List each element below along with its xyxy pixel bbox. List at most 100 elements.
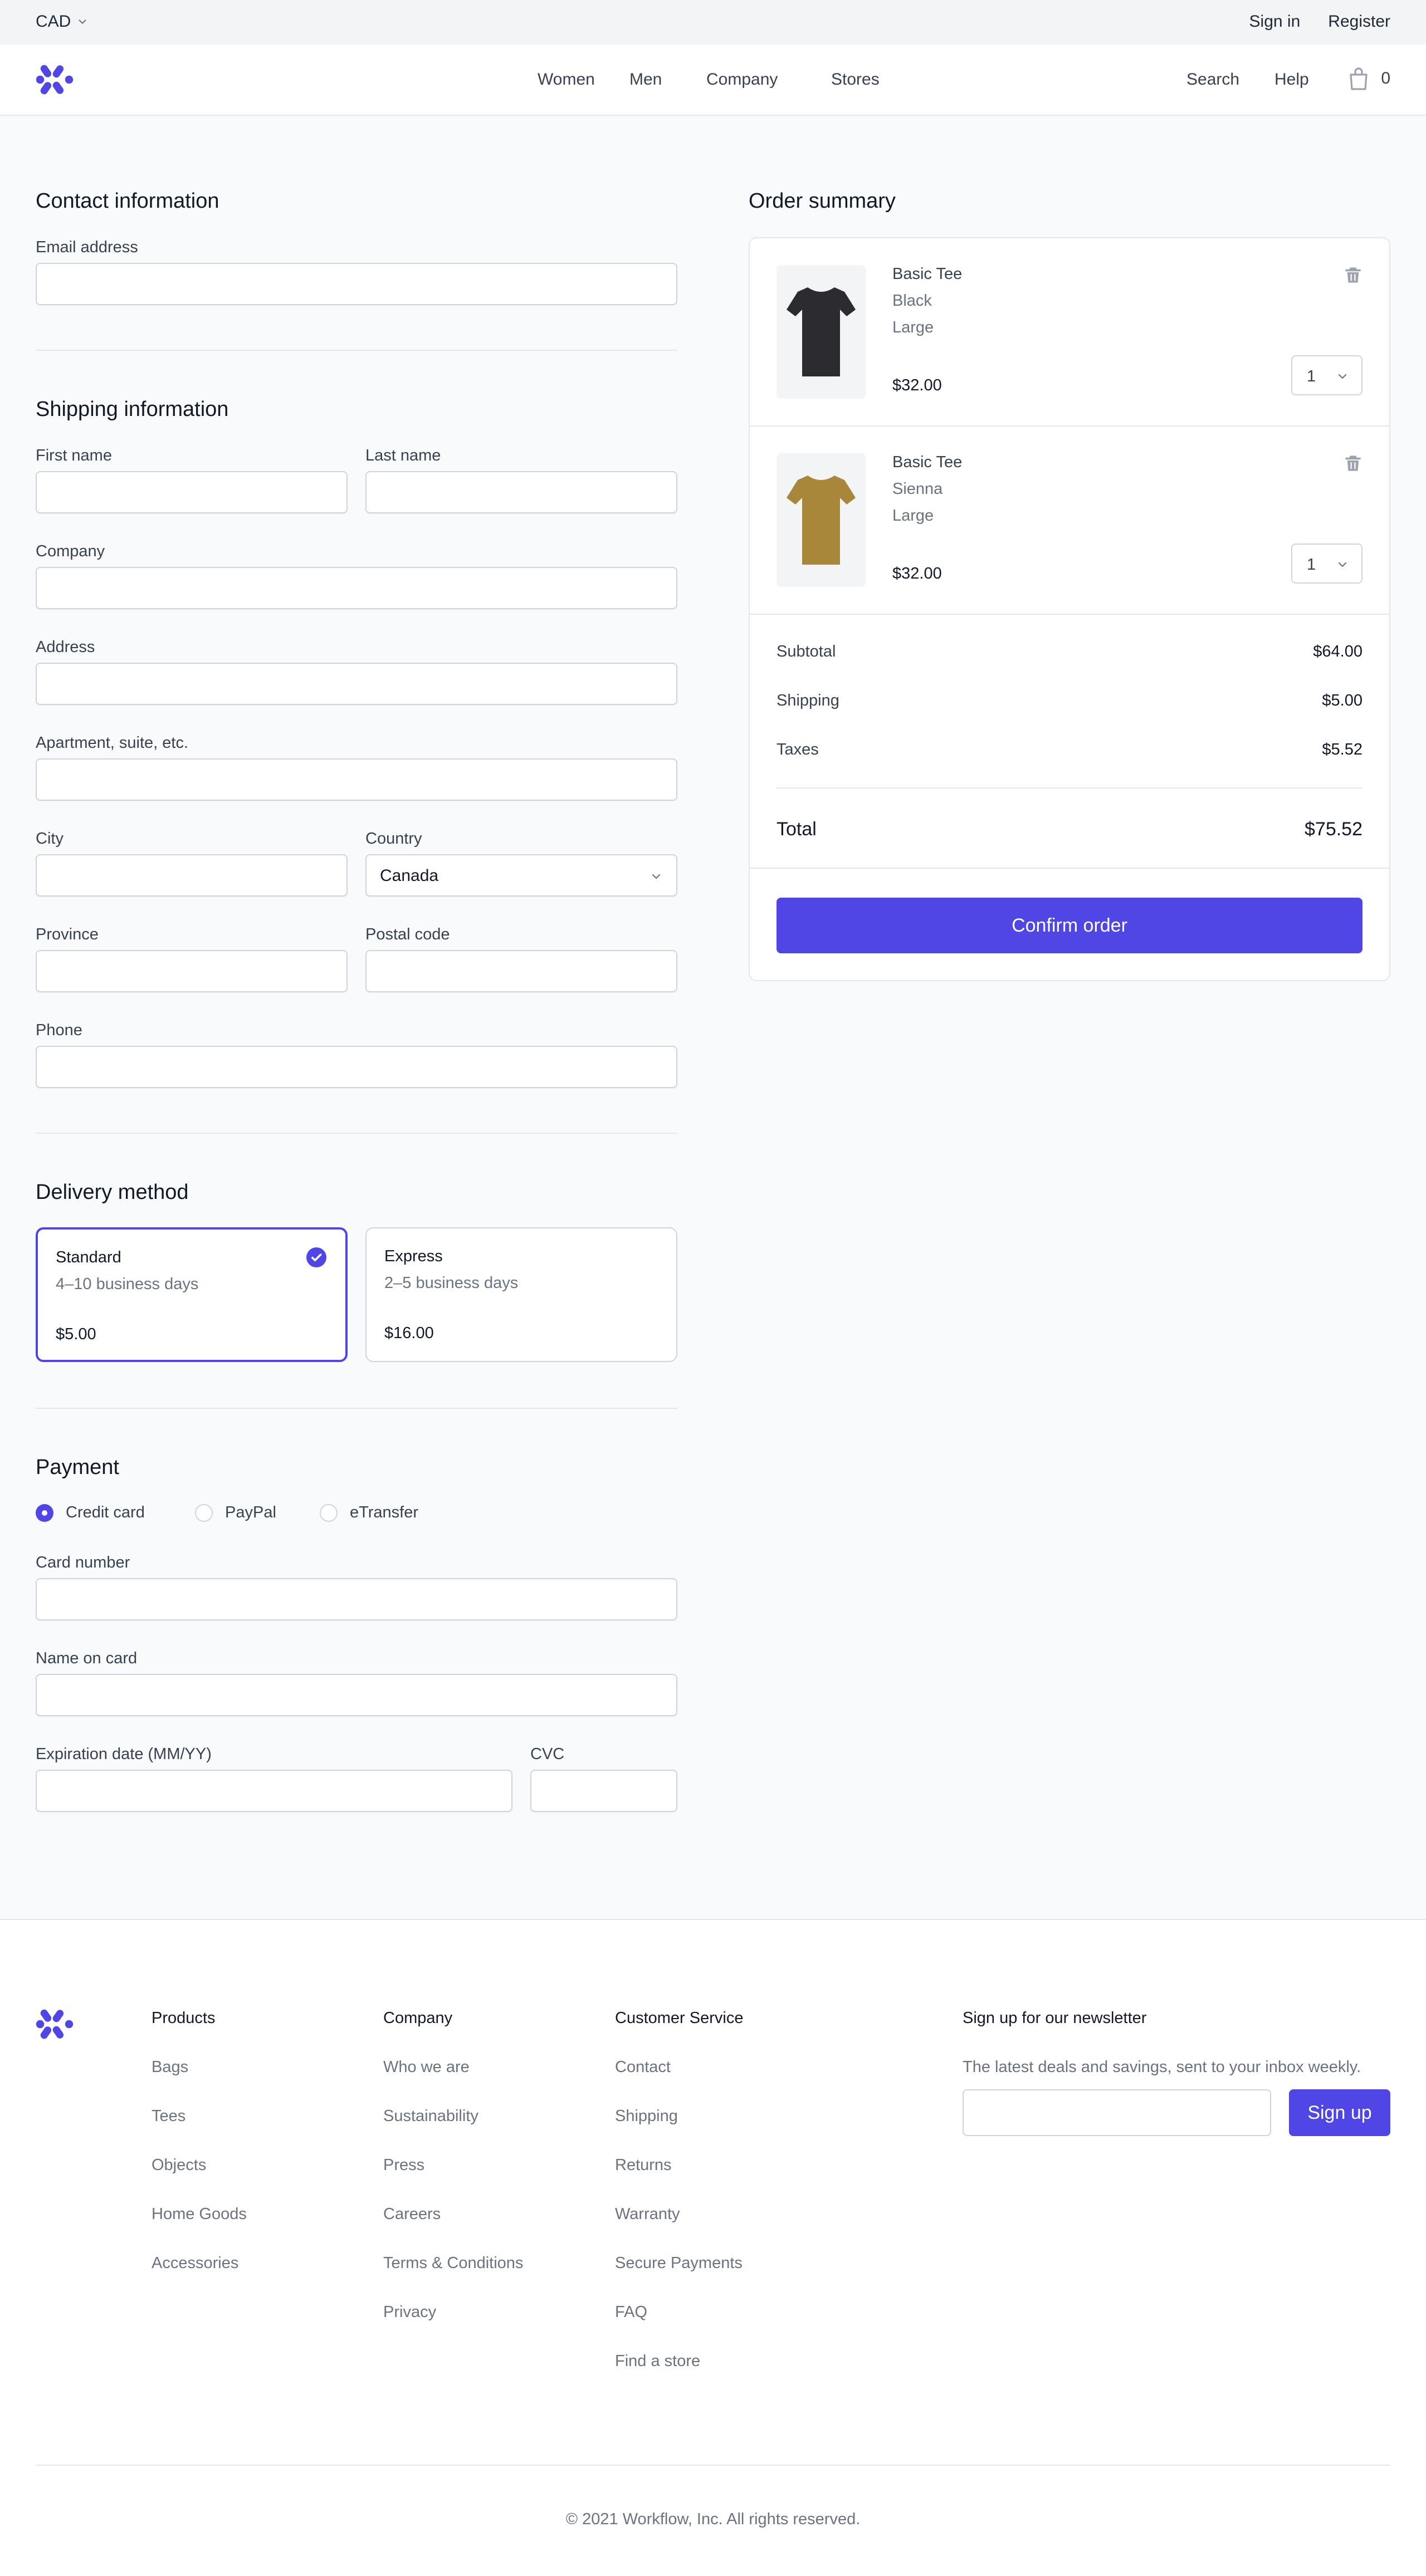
company-field[interactable] [36, 567, 677, 609]
footer-link[interactable]: Objects [152, 2156, 206, 2175]
quantity-value: 1 [1307, 368, 1316, 385]
product-image[interactable] [777, 265, 866, 399]
footer-link[interactable]: Secure Payments [615, 2254, 743, 2273]
chevron-down-icon [652, 874, 661, 879]
radio-dot [36, 1504, 53, 1522]
province-field[interactable] [36, 950, 348, 992]
company-label: Company [36, 542, 105, 560]
footer-link[interactable]: Shipping [615, 2107, 678, 2126]
nav-company[interactable]: Company [706, 70, 778, 89]
delivery-title: Delivery method [36, 1181, 189, 1204]
taxes-value: $5.52 [1322, 741, 1362, 758]
product-name[interactable]: Basic Tee [892, 265, 962, 283]
nav-women[interactable]: Women [538, 70, 595, 89]
payment-title: Payment [36, 1456, 119, 1479]
divider [36, 350, 677, 351]
footer-link[interactable]: Accessories [152, 2254, 238, 2273]
register-link[interactable]: Register [1328, 12, 1390, 31]
currency-selector[interactable]: CAD [36, 12, 89, 31]
sign-up-button[interactable]: Sign up [1289, 2089, 1390, 2136]
footer-link[interactable]: Terms & Conditions [383, 2254, 523, 2273]
cvc-field[interactable] [530, 1770, 677, 1812]
footer-link[interactable]: Who we are [383, 2058, 470, 2077]
site-header: Women Men Company Stores Search Help 0 [0, 45, 1426, 116]
divider [36, 2465, 1390, 2466]
first-name-field[interactable] [36, 471, 348, 513]
product-color: Black [892, 292, 932, 310]
chevron-down-icon [1338, 562, 1347, 567]
tshirt-icon [787, 287, 856, 376]
footer-company-title: Company [383, 2009, 453, 2027]
country-select[interactable]: Canada [365, 854, 677, 897]
product-image[interactable] [777, 453, 866, 587]
payment-etransfer-radio[interactable]: eTransfer [320, 1504, 418, 1522]
chevron-down-icon [1338, 374, 1347, 379]
city-field[interactable] [36, 854, 348, 897]
nav-stores[interactable]: Stores [831, 70, 880, 89]
last-name-field[interactable] [365, 471, 677, 513]
nav-men[interactable]: Men [629, 70, 662, 89]
newsletter-title: Sign up for our newsletter [963, 2009, 1147, 2027]
delivery-option-time: 2–5 business days [384, 1274, 519, 1292]
expiration-field[interactable] [36, 1770, 512, 1812]
summary-title: Order summary [749, 189, 896, 213]
product-size: Large [892, 507, 934, 525]
footer-link[interactable]: Tees [152, 2107, 185, 2126]
top-bar: CAD Sign in Register [0, 0, 1426, 45]
divider [750, 614, 1389, 615]
delivery-option-title: Standard [56, 1248, 121, 1266]
footer-link[interactable]: Warranty [615, 2205, 680, 2224]
delivery-option-price: $16.00 [384, 1324, 434, 1342]
trash-icon[interactable] [1344, 265, 1362, 285]
payment-paypal-radio[interactable]: PayPal [195, 1504, 276, 1522]
confirm-order-button[interactable]: Confirm order [777, 898, 1362, 953]
quantity-select[interactable]: 1 [1291, 355, 1362, 395]
name-on-card-field[interactable] [36, 1674, 677, 1716]
email-field[interactable] [36, 263, 677, 305]
cart-button[interactable]: 0 [1347, 66, 1390, 91]
check-circle-icon [306, 1247, 326, 1267]
expiration-label: Expiration date (MM/YY) [36, 1745, 212, 1763]
footer-link[interactable]: Careers [383, 2205, 441, 2224]
total-row: Total $75.52 [777, 819, 1362, 845]
delivery-option-standard[interactable]: Standard 4–10 business days $5.00 [36, 1227, 348, 1362]
product-name[interactable]: Basic Tee [892, 453, 962, 472]
radio-dot [195, 1504, 213, 1522]
footer-customer-service-title: Customer Service [615, 2009, 744, 2027]
footer-link[interactable]: Sustainability [383, 2107, 478, 2126]
footer-link[interactable]: FAQ [615, 2303, 647, 2322]
quantity-select[interactable]: 1 [1291, 543, 1362, 584]
divider [750, 868, 1389, 869]
country-value: Canada [380, 866, 439, 885]
footer-link[interactable]: Bags [152, 2058, 188, 2077]
postal-code-label: Postal code [365, 925, 450, 943]
phone-field[interactable] [36, 1046, 677, 1088]
postal-code-field[interactable] [365, 950, 677, 992]
footer-link[interactable]: Contact [615, 2058, 671, 2077]
payment-credit-card-radio[interactable]: Credit card [36, 1504, 145, 1522]
logo-icon[interactable] [36, 2008, 74, 2040]
newsletter-email-input[interactable] [963, 2089, 1271, 2136]
city-label: City [36, 830, 64, 848]
card-number-field[interactable] [36, 1578, 677, 1620]
footer-link[interactable]: Privacy [383, 2303, 436, 2322]
product-color: Sienna [892, 480, 943, 498]
sign-in-link[interactable]: Sign in [1249, 12, 1301, 31]
product-price: $32.00 [892, 376, 942, 394]
help-link[interactable]: Help [1274, 70, 1309, 89]
footer-link[interactable]: Home Goods [152, 2205, 247, 2224]
cart-item: Basic Tee Sienna Large $32.00 1 [750, 427, 1389, 615]
footer-link[interactable]: Find a store [615, 2352, 700, 2371]
first-name-label: First name [36, 447, 112, 464]
footer-link[interactable]: Returns [615, 2156, 672, 2175]
footer-products-title: Products [152, 2009, 216, 2027]
logo-icon[interactable] [36, 63, 74, 96]
search-link[interactable]: Search [1186, 70, 1239, 89]
footer-link[interactable]: Press [383, 2156, 424, 2175]
trash-icon[interactable] [1344, 453, 1362, 473]
apartment-field[interactable] [36, 758, 677, 801]
card-number-label: Card number [36, 1554, 130, 1571]
address-field[interactable] [36, 663, 677, 705]
delivery-option-express[interactable]: Express 2–5 business days $16.00 [365, 1227, 677, 1362]
name-on-card-label: Name on card [36, 1649, 138, 1667]
